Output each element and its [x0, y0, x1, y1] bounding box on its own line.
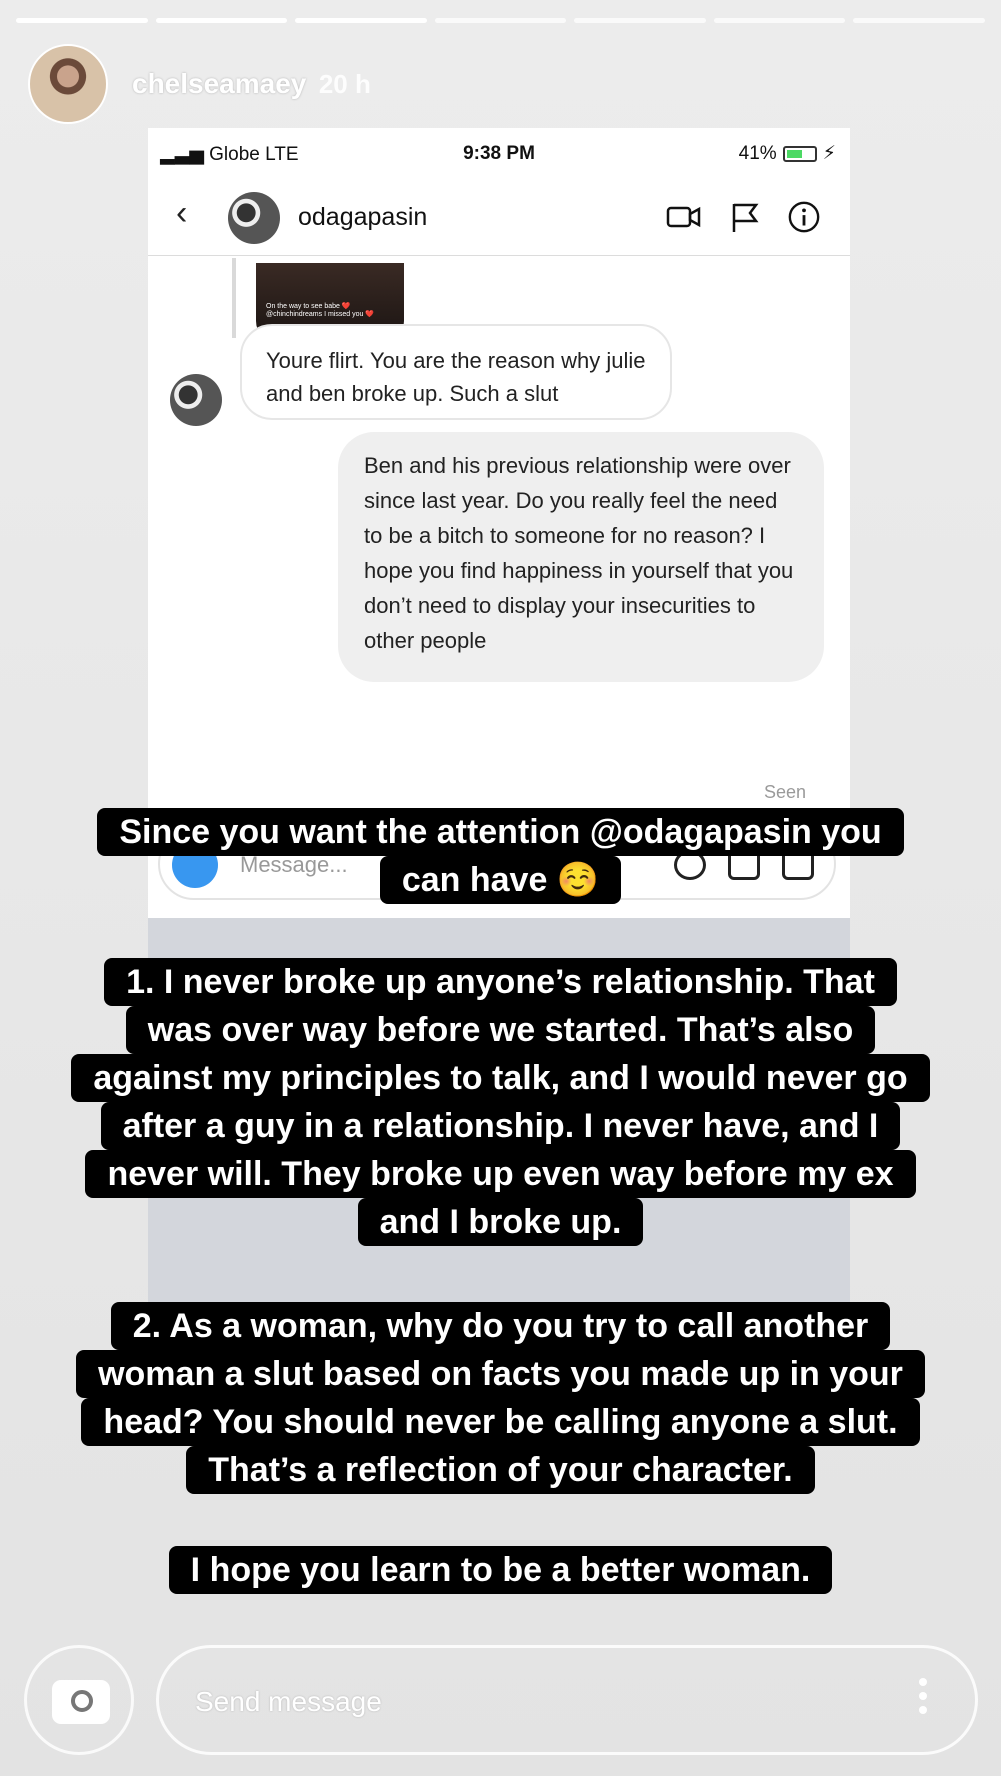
caption-line: after a guy in a relationship. I never h…	[100, 1102, 901, 1150]
contact-name[interactable]: odagapasin	[298, 203, 427, 232]
caption-closing: I hope you learn to be a better woman.	[0, 1546, 1001, 1594]
story-username[interactable]: chelseamaey	[132, 68, 306, 99]
progress-segment	[713, 18, 846, 23]
send-message-placeholder[interactable]: Send message	[195, 1686, 382, 1718]
video-call-icon[interactable]	[666, 200, 702, 234]
thumbnail-caption: On the way to see babe ❤️ @chinchindream…	[266, 303, 375, 319]
caption-line: I hope you learn to be a better woman.	[168, 1546, 833, 1594]
camera-button[interactable]	[24, 1645, 134, 1755]
caption-point-2: 2. As a woman, why do you try to call an…	[0, 1302, 1001, 1494]
reply-indicator	[232, 258, 236, 338]
caption-line: woman a slut based on facts you made up …	[76, 1350, 925, 1398]
progress-segment	[155, 18, 288, 23]
charging-icon: ⚡	[822, 143, 836, 164]
caption-line: head? You should never be calling anyone…	[81, 1398, 920, 1446]
battery-status: 41% ⚡	[738, 142, 836, 165]
story-progress	[16, 18, 986, 23]
sender-avatar	[170, 374, 222, 426]
caption-line: 1. I never broke up anyone’s relationshi…	[104, 958, 897, 1006]
caption-line: against my principles to talk, and I wou…	[71, 1054, 930, 1102]
caption-line: never will. They broke up even way befor…	[85, 1150, 916, 1198]
contact-avatar[interactable]	[228, 192, 280, 244]
status-bar: ▂▃▅ Globe LTE 9:38 PM 41% ⚡	[148, 128, 850, 178]
story-avatar[interactable]	[28, 44, 108, 124]
caption-point-1: 1. I never broke up anyone’s relationshi…	[0, 958, 1001, 1246]
back-chevron-icon[interactable]: ‹	[176, 194, 187, 233]
caption-line: That’s a reflection of your character.	[186, 1446, 815, 1494]
caption-line: was over way before we started. That’s a…	[125, 1006, 876, 1054]
outgoing-message: Ben and his previous relationship were o…	[338, 432, 824, 682]
report-flag-icon[interactable]	[726, 200, 762, 234]
progress-segment	[574, 18, 706, 23]
caption-intro: Since you want the attention @odagapasin…	[0, 808, 1001, 904]
battery-icon	[782, 145, 817, 162]
progress-segment	[853, 18, 986, 23]
story-header[interactable]: chelseamaey 20 h	[28, 44, 371, 124]
progress-segment	[16, 18, 148, 23]
send-message-input[interactable]: Send message	[156, 1645, 978, 1755]
more-options-icon[interactable]	[919, 1678, 927, 1720]
seen-label: Seen	[763, 782, 806, 802]
caption-line: can have ☺️	[379, 856, 622, 904]
dm-header: ‹ odagapasin	[148, 178, 850, 256]
caption-line: and I broke up.	[357, 1198, 644, 1246]
progress-segment	[434, 18, 567, 23]
camera-lens-icon	[71, 1690, 93, 1712]
info-icon[interactable]	[786, 200, 822, 234]
story-timestamp: 20 h	[318, 69, 371, 99]
incoming-message: Youre flirt. You are the reason why juli…	[240, 324, 672, 420]
caption-line: Since you want the attention @odagapasin…	[97, 808, 904, 856]
caption-line: 2. As a woman, why do you try to call an…	[110, 1302, 891, 1350]
progress-segment	[295, 18, 427, 23]
